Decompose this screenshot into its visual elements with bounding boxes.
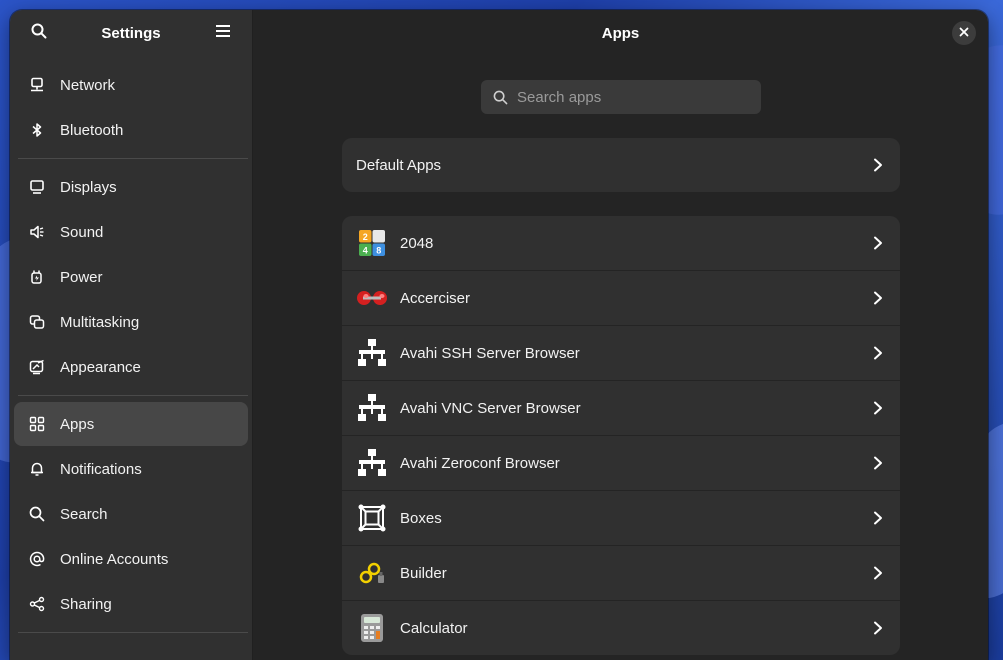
default-apps-row[interactable]: Default Apps — [342, 138, 900, 192]
sidebar-item-apps[interactable]: Apps — [14, 402, 248, 446]
svg-text:2: 2 — [363, 232, 368, 242]
app-label: 2048 — [400, 234, 434, 252]
multitasking-icon — [28, 313, 46, 331]
sidebar-item-label: Online Accounts — [60, 550, 169, 568]
chevron-right-icon — [870, 456, 886, 470]
sidebar-item-multitasking[interactable]: Multitasking — [14, 300, 248, 344]
at-sign-icon — [28, 550, 46, 568]
sidebar-item-label: Appearance — [60, 358, 141, 376]
apps-grid-icon — [28, 415, 46, 433]
chevron-right-icon — [870, 291, 886, 305]
chevron-right-icon — [870, 566, 886, 580]
search-icon — [485, 90, 515, 105]
app-row-builder[interactable]: Builder — [342, 546, 900, 601]
search-apps-input[interactable] — [515, 87, 749, 107]
sidebar-item-bluetooth[interactable]: Bluetooth — [14, 108, 248, 152]
builder-icon — [356, 557, 388, 589]
sidebar-separator — [18, 632, 248, 633]
app-row-boxes[interactable]: Boxes — [342, 491, 900, 546]
default-apps-card: Default Apps — [342, 138, 900, 192]
appearance-icon — [28, 358, 46, 376]
sidebar-item-label: Bluetooth — [60, 121, 124, 139]
search-icon — [31, 23, 47, 44]
network-icon — [28, 76, 46, 94]
calculator-icon — [356, 612, 388, 644]
sidebar-item-power[interactable]: Power — [14, 255, 248, 299]
network-tree-icon — [356, 337, 388, 369]
bell-icon — [28, 460, 46, 478]
sidebar-item-appearance[interactable]: Appearance — [14, 345, 248, 389]
sidebar-item-sharing[interactable]: Sharing — [14, 582, 248, 626]
sidebar-separator — [18, 158, 248, 159]
chevron-right-icon — [870, 158, 886, 172]
sidebar-item-label: Sound — [60, 223, 104, 241]
sidebar-item-label: Apps — [60, 415, 95, 433]
app-label: Avahi Zeroconf Browser — [400, 454, 560, 472]
speaker-icon — [28, 223, 46, 241]
hamburger-menu-icon — [215, 24, 231, 43]
share-icon — [28, 595, 46, 613]
search-apps-field[interactable] — [481, 80, 761, 114]
sidebar-item-label: Sharing — [60, 595, 112, 613]
app-label: Calculator — [400, 619, 468, 637]
sidebar-list: Network Bluetooth Displays Sound Power M… — [10, 56, 252, 645]
sidebar-item-label: Notifications — [60, 460, 142, 478]
app-row-avahi-zeroconf[interactable]: Avahi Zeroconf Browser — [342, 436, 900, 491]
app-label: Boxes — [400, 509, 442, 527]
sidebar-item-label: Power — [60, 268, 103, 286]
svg-text:4: 4 — [363, 246, 368, 256]
sidebar-item-label: Search — [60, 505, 108, 523]
main-header: Apps — [253, 10, 988, 56]
power-plug-icon — [28, 268, 46, 286]
app-row-2048[interactable]: 2 4 8 2048 — [342, 216, 900, 271]
page-title: Apps — [601, 24, 640, 42]
sidebar-item-label: Multitasking — [60, 313, 140, 331]
network-tree-icon — [356, 447, 388, 479]
boxes-icon — [356, 502, 388, 534]
main-menu-button[interactable] — [206, 16, 240, 50]
sidebar-item-notifications[interactable]: Notifications — [14, 447, 248, 491]
svg-text:8: 8 — [376, 246, 381, 256]
chevron-right-icon — [870, 511, 886, 525]
row-label: Default Apps — [356, 156, 442, 174]
close-button[interactable] — [952, 21, 976, 45]
sidebar-search-button[interactable] — [22, 16, 56, 50]
app-row-avahi-vnc[interactable]: Avahi VNC Server Browser — [342, 381, 900, 436]
sidebar-item-online-accounts[interactable]: Online Accounts — [14, 537, 248, 581]
app-label: Avahi SSH Server Browser — [400, 344, 580, 362]
network-tree-icon — [356, 392, 388, 424]
app-label: Accerciser — [400, 289, 471, 307]
settings-window: Settings Network Bluetooth Displays Soun… — [10, 10, 988, 660]
sidebar-item-label: Displays — [60, 178, 117, 196]
sidebar-item-sound[interactable]: Sound — [14, 210, 248, 254]
chevron-right-icon — [870, 401, 886, 415]
bluetooth-icon — [28, 121, 46, 139]
display-icon — [28, 178, 46, 196]
chevron-right-icon — [870, 346, 886, 360]
search-icon — [28, 505, 46, 523]
app-label: Builder — [400, 564, 447, 582]
sidebar-item-displays[interactable]: Displays — [14, 165, 248, 209]
sidebar-separator — [18, 395, 248, 396]
apps-list-card: 2 4 8 2048 Accerciser Avahi SSH Server B… — [342, 216, 900, 655]
app-2048-icon: 2 4 8 — [356, 227, 388, 259]
chevron-right-icon — [870, 236, 886, 250]
sidebar-item-network[interactable]: Network — [14, 63, 248, 107]
app-row-calculator[interactable]: Calculator — [342, 601, 900, 655]
sidebar-header: Settings — [10, 10, 252, 56]
sidebar-title: Settings — [101, 24, 161, 42]
app-row-accerciser[interactable]: Accerciser — [342, 271, 900, 326]
sidebar-item-search[interactable]: Search — [14, 492, 248, 536]
chevron-right-icon — [870, 621, 886, 635]
close-icon — [959, 24, 969, 42]
sidebar-item-label: Network — [60, 76, 116, 94]
app-label: Avahi VNC Server Browser — [400, 399, 581, 417]
accerciser-icon — [356, 282, 388, 314]
sidebar: Settings Network Bluetooth Displays Soun… — [10, 10, 253, 660]
app-row-avahi-ssh[interactable]: Avahi SSH Server Browser — [342, 326, 900, 381]
main-content: Apps Default Apps — [253, 10, 988, 660]
